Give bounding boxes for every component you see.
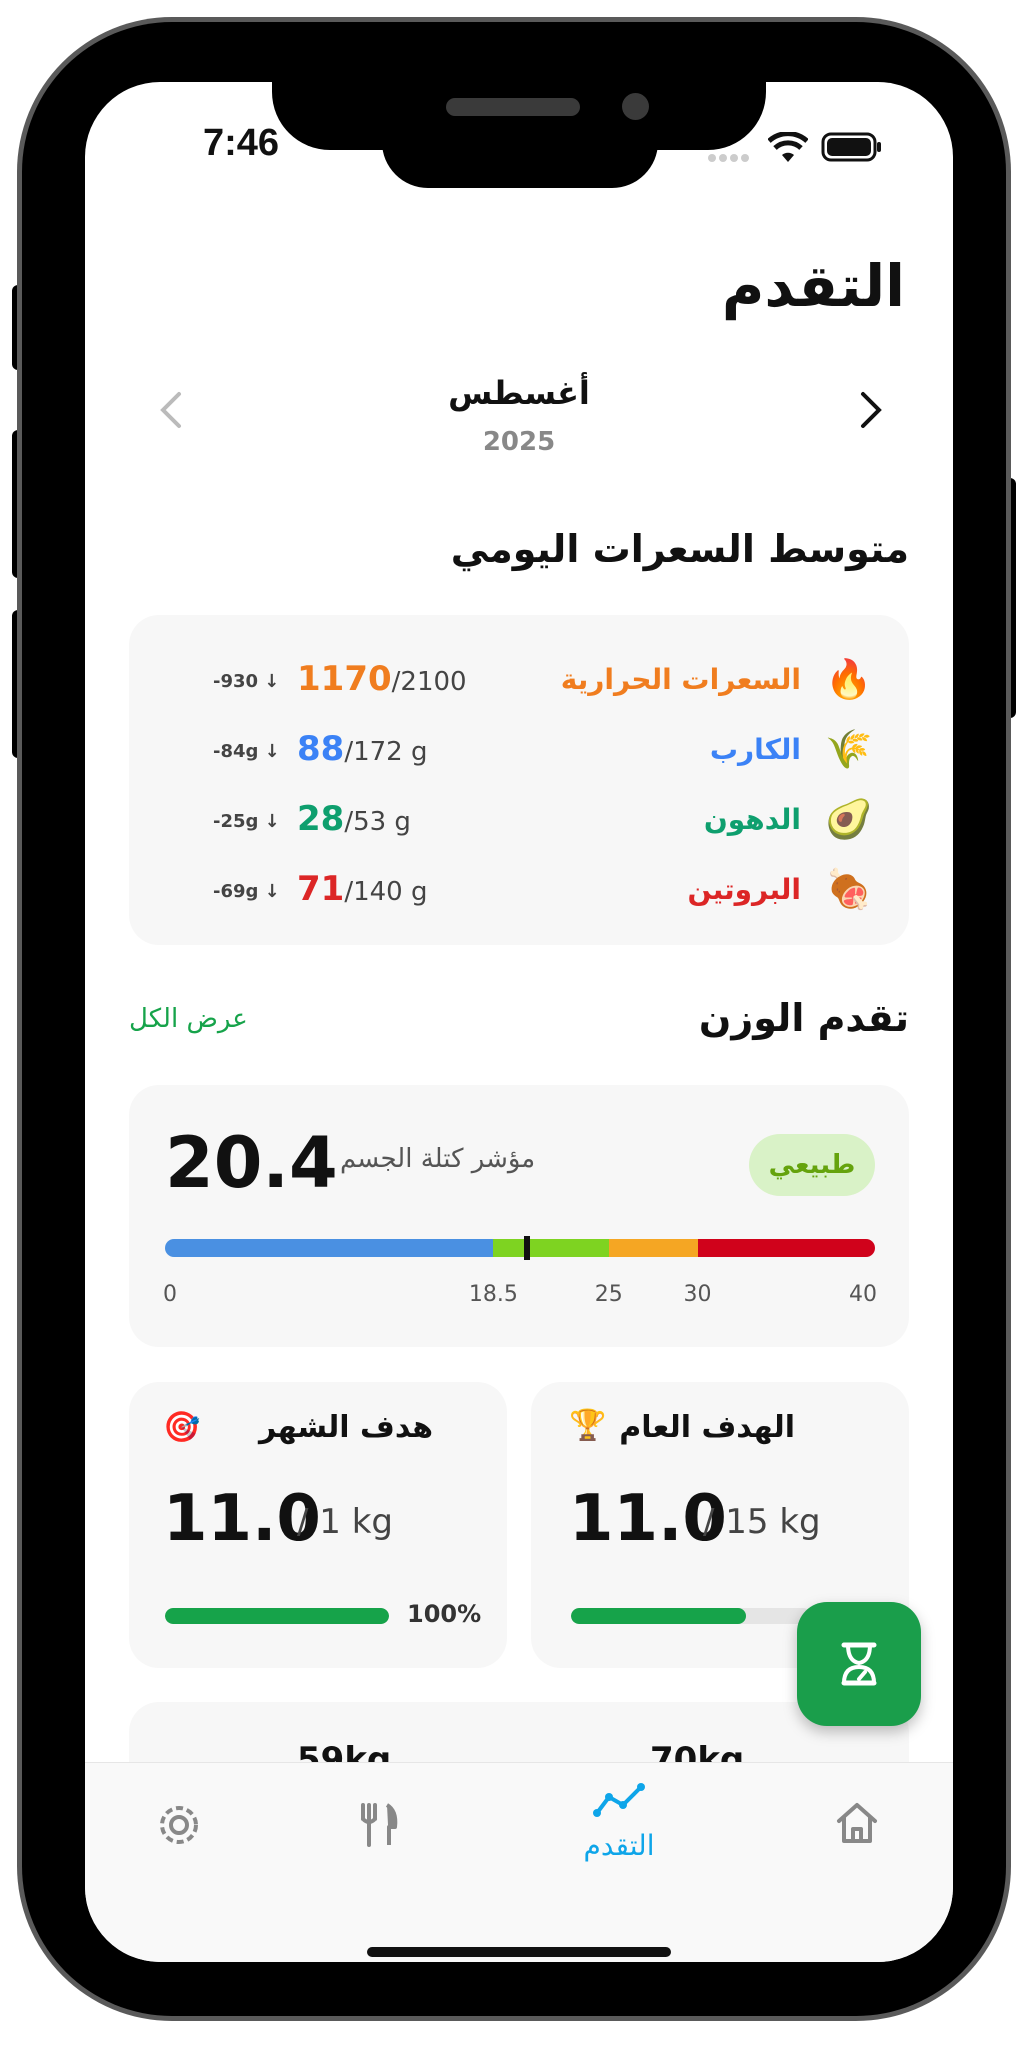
battery-icon bbox=[821, 132, 883, 166]
macro-goal: /172 g bbox=[344, 737, 428, 767]
bmi-marker bbox=[524, 1236, 531, 1260]
bmi-tick-label: 25 bbox=[594, 1282, 623, 1307]
macro-value-group: 28/53 g bbox=[297, 799, 411, 839]
weight-section-title: تقدم الوزن bbox=[698, 996, 909, 1040]
food-icon[interactable] bbox=[355, 1801, 403, 1853]
fire-icon: 🔥 bbox=[825, 657, 873, 701]
bmi-segment-overweight bbox=[608, 1239, 698, 1257]
page-title: التقدم bbox=[721, 252, 905, 320]
signal-icon bbox=[707, 150, 751, 169]
month-goal-progress bbox=[165, 1608, 389, 1624]
macro-label: السعرات الحرارية bbox=[560, 663, 801, 696]
progress-icon[interactable] bbox=[593, 1783, 645, 1823]
macro-delta: -25g ↓ bbox=[213, 811, 280, 832]
overall-goal-progress-fill bbox=[571, 1608, 747, 1624]
target-icon: 🎯 bbox=[163, 1410, 201, 1445]
app-screen: 7:46 التقدم أغسطس 2025 متوسط السعرات الي… bbox=[85, 82, 953, 1962]
month-goal-progress-fill bbox=[165, 1608, 389, 1624]
macro-label: الدهون bbox=[703, 803, 801, 836]
log-weight-button[interactable] bbox=[797, 1602, 921, 1726]
macro-delta: -930 ↓ bbox=[213, 671, 280, 692]
macro-value: 28 bbox=[297, 799, 345, 839]
macro-value-group: 88/172 g bbox=[297, 729, 427, 769]
wifi-icon bbox=[767, 131, 809, 168]
calories-section-title: متوسط السعرات اليومي bbox=[450, 527, 909, 571]
status-time: 7:46 bbox=[203, 122, 280, 164]
bmi-segment-underweight bbox=[165, 1239, 494, 1257]
month-goal-percent: 100% bbox=[407, 1600, 482, 1628]
bmi-segment-normal bbox=[493, 1239, 609, 1257]
speaker-grille bbox=[446, 98, 580, 116]
bmi-scale-bar bbox=[165, 1239, 875, 1257]
nav-label-progress[interactable]: التقدم bbox=[569, 1829, 669, 1862]
wheat-icon: 🌾 bbox=[825, 727, 873, 771]
macro-goal: /140 g bbox=[344, 877, 428, 907]
year-label: 2025 bbox=[482, 427, 556, 457]
macro-delta: -84g ↓ bbox=[213, 741, 280, 762]
notch-lower bbox=[382, 140, 658, 188]
trophy-icon: 🏆 bbox=[569, 1408, 607, 1443]
home-indicator bbox=[367, 1947, 671, 1957]
bmi-tick-label: 18.5 bbox=[468, 1282, 518, 1307]
macro-goal: /2100 bbox=[391, 667, 467, 697]
overall-goal-target: / 15 kg bbox=[703, 1502, 821, 1542]
bmi-tick-label: 0 bbox=[163, 1282, 177, 1307]
view-all-link[interactable]: عرض الكل bbox=[129, 1004, 248, 1034]
bottom-nav: التقدم bbox=[85, 1762, 953, 1962]
home-icon[interactable] bbox=[833, 1799, 881, 1851]
bmi-segment-obese bbox=[697, 1239, 875, 1257]
macro-value: 1170 bbox=[297, 659, 392, 699]
settings-icon[interactable] bbox=[155, 1801, 203, 1853]
month-goal-title: هدف الشهر bbox=[259, 1410, 433, 1445]
bmi-tick-label: 40 bbox=[849, 1282, 877, 1307]
overall-goal-title: الهدف العام bbox=[619, 1410, 795, 1445]
macro-value-group: 1170/2100 bbox=[297, 659, 467, 699]
macro-label: الكارب bbox=[709, 733, 801, 766]
month-label: أغسطس bbox=[448, 374, 590, 412]
macro-value: 88 bbox=[297, 729, 345, 769]
bmi-label: مؤشر كتلة الجسم bbox=[340, 1144, 536, 1174]
avocado-icon: 🥑 bbox=[825, 797, 873, 841]
macro-goal: /53 g bbox=[344, 807, 411, 837]
macro-label: البروتين bbox=[687, 873, 801, 906]
macro-value-group: 71/140 g bbox=[297, 869, 427, 909]
bmi-tick-label: 30 bbox=[683, 1282, 712, 1307]
bmi-status-badge: طبيعي bbox=[749, 1134, 875, 1196]
overall-goal-progress bbox=[571, 1608, 811, 1624]
month-goal-target: / 1 kg bbox=[297, 1502, 393, 1542]
scale-icon bbox=[841, 1642, 877, 1686]
macro-delta: -69g ↓ bbox=[213, 881, 280, 902]
meat-icon: 🍖 bbox=[825, 867, 873, 911]
bmi-value: 20.4 bbox=[165, 1122, 338, 1204]
front-camera bbox=[622, 93, 649, 120]
next-month-button[interactable] bbox=[857, 390, 885, 434]
macro-value: 71 bbox=[297, 869, 345, 909]
